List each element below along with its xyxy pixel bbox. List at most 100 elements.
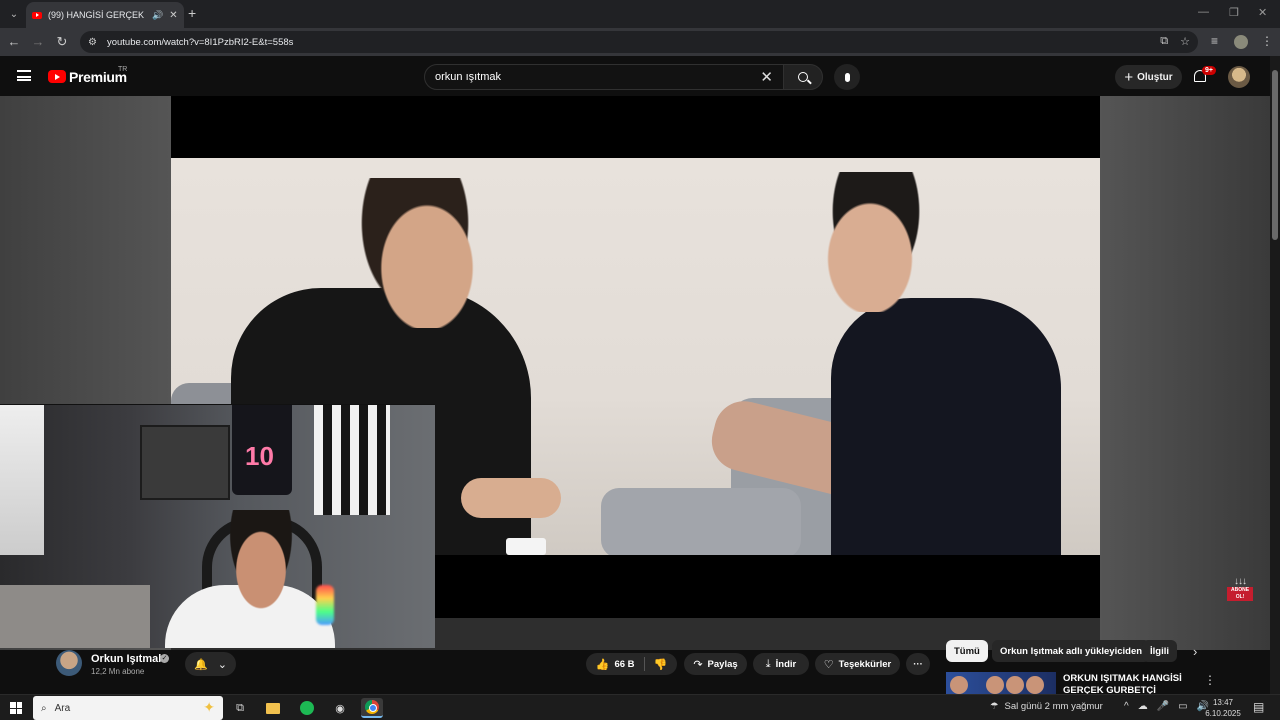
url-text: youtube.com/watch?v=8I1PzbRI2-E&t=558s [106, 36, 294, 48]
browser-menu-icon[interactable]: ⋮ [1261, 34, 1273, 48]
microphone-icon[interactable]: 🎤 [1157, 701, 1169, 712]
download-button[interactable]: ⤓ İndir [753, 653, 809, 675]
thumbs-down-icon[interactable]: 👎 [654, 658, 668, 671]
profile-avatar[interactable] [1234, 35, 1248, 49]
bell-icon: 🔔 [194, 658, 208, 671]
sofa-cushion [601, 488, 801, 555]
taskbar-search[interactable]: ⌕ Ara ✦ [33, 696, 223, 720]
more-actions-button[interactable]: ··· [906, 653, 930, 675]
new-tab-button[interactable]: + [188, 5, 196, 21]
taskbar-clock[interactable]: 13:47 6.10.2025 [1198, 697, 1248, 719]
thumbnail-face [950, 676, 968, 694]
more-horizontal-icon: ··· [913, 658, 923, 670]
cloud-icon[interactable]: ☁ [1138, 701, 1148, 712]
like-dislike-group: 👍 66 B 👎 [586, 653, 677, 675]
suggested-video-thumbnail[interactable] [946, 672, 1056, 694]
thumbnail-face [986, 676, 1004, 694]
search-button[interactable] [783, 64, 823, 90]
thumbnail-face [1006, 676, 1024, 694]
windows-taskbar: ⌕ Ara ✦ ⧉ ◉ ☂ Sal günü 2 mm yağmur ^ ☁ 🎤… [0, 694, 1280, 720]
wall-shelf [140, 425, 230, 500]
copilot-sparkle-icon[interactable]: ✦ [203, 699, 215, 716]
create-button[interactable]: + Oluştur [1115, 65, 1182, 89]
like-divider [643, 657, 645, 671]
bookmark-star-icon[interactable]: ☆ [1180, 35, 1190, 48]
browser-tab-active[interactable]: (99) HANGİSİ GERÇEK GURBETÇİ 🔊 ✕ [26, 2, 184, 28]
chip-related[interactable]: İlgili [1142, 640, 1177, 662]
thumbnail-face [1026, 676, 1044, 694]
account-avatar[interactable] [1228, 66, 1250, 88]
spotify-icon[interactable] [296, 698, 318, 718]
create-label: Oluştur [1137, 71, 1173, 83]
weather-widget[interactable]: ☂ Sal günü 2 mm yağmur [990, 701, 1103, 712]
speaker-icon[interactable]: 🔊 [152, 10, 163, 21]
plus-icon: + [1124, 68, 1134, 86]
scrollbar-thumb[interactable] [1272, 70, 1278, 240]
network-icon[interactable]: ▭ [1178, 701, 1187, 712]
notification-count-badge: 9+ [1202, 66, 1216, 75]
person-right-body [831, 298, 1061, 555]
restore-icon[interactable]: ❐ [1229, 6, 1239, 19]
chip-all[interactable]: Tümü [946, 640, 988, 662]
chip-from-uploader[interactable]: Orkun Işıtmak adlı yükleyiciden [992, 640, 1151, 662]
tab-close-icon[interactable]: ✕ [169, 10, 177, 21]
subscribed-bell-button[interactable]: 🔔 ⌄ [185, 652, 236, 676]
youtube-favicon-icon [32, 11, 42, 19]
super-thanks-icon: ♡ [823, 658, 834, 671]
thanks-button[interactable]: ♡ Teşekkürler [815, 653, 900, 675]
flag-banner [0, 405, 44, 555]
task-view-icon[interactable]: ⧉ [229, 698, 251, 718]
chevron-down-icon: ⌄ [217, 658, 227, 671]
back-icon[interactable]: ← [6, 34, 22, 49]
clear-search-icon[interactable]: ✕ [760, 68, 773, 86]
window-close-icon[interactable]: ✕ [1258, 6, 1267, 19]
channel-name[interactable]: Orkun Işıtmak [91, 653, 164, 665]
install-app-icon[interactable]: ⧉ [1160, 35, 1168, 48]
channel-avatar[interactable] [56, 650, 82, 676]
browser-toolbar: ← → ↻ ⚙ youtube.com/watch?v=8I1PzbRI2-E&… [0, 28, 1280, 56]
hamburger-menu-icon[interactable] [17, 70, 31, 81]
verified-check-icon: ✓ [160, 654, 169, 663]
app-icon[interactable]: ◉ [329, 698, 351, 718]
chrome-icon[interactable] [361, 698, 383, 718]
video-player[interactable]: ↓↓↓ ABONE OL! 10 [0, 96, 1270, 650]
clock-time: 13:47 [1212, 698, 1234, 707]
person-left-head [361, 178, 481, 328]
chevron-up-icon[interactable]: ^ [1124, 701, 1129, 712]
search-query[interactable]: orkun ışıtmak [435, 71, 760, 83]
suggested-video-title[interactable]: ORKUN IŞITMAK HANGİSİ GERÇEK GURBETÇİ İZ… [1063, 673, 1201, 694]
windows-start-icon[interactable] [10, 702, 22, 714]
omnibox[interactable]: ⚙ youtube.com/watch?v=8I1PzbRI2-E&t=558s… [80, 31, 1198, 53]
tab-search-menu-button[interactable]: ⌄ [4, 4, 24, 24]
reload-icon[interactable]: ↻ [54, 34, 70, 50]
voice-search-button[interactable] [834, 64, 860, 90]
person-right-head [816, 172, 936, 312]
search-icon: ⌕ [41, 702, 47, 714]
region-badge: TR [118, 66, 128, 73]
clock-date: 6.10.2025 [1205, 709, 1241, 718]
site-info-icon[interactable]: ⚙ [88, 37, 97, 48]
file-explorer-icon[interactable] [262, 698, 284, 718]
download-icon: ⤓ [765, 657, 771, 670]
search-input[interactable]: orkun ışıtmak ✕ [424, 64, 784, 90]
bed [0, 585, 150, 648]
minimize-icon[interactable]: — [1198, 6, 1209, 18]
rain-cloud-icon: ☂ [990, 701, 999, 712]
browser-tabstrip: ⌄ (99) HANGİSİ GERÇEK GURBETÇİ 🔊 ✕ + — ❐… [0, 0, 1280, 28]
share-button[interactable]: ↷ Paylaş [684, 653, 747, 675]
system-tray: ^ ☁ 🎤 ▭ 🔊 [1124, 701, 1209, 712]
media-controls-icon[interactable]: ≡ [1211, 34, 1218, 48]
chevron-right-icon[interactable]: › [1193, 644, 1197, 659]
youtube-logo-icon[interactable] [48, 70, 66, 83]
thumbs-up-icon[interactable]: 👍 [596, 658, 610, 671]
subscribe-watermark[interactable]: ↓↓↓ ABONE OL! [1227, 576, 1253, 602]
coffee-cup [506, 538, 546, 555]
forward-icon[interactable]: → [30, 34, 46, 49]
microphone-icon [844, 72, 850, 82]
notification-center-icon[interactable]: ▤ [1253, 700, 1264, 714]
more-vertical-icon[interactable]: ⋮ [1204, 673, 1216, 687]
share-icon: ↷ [693, 658, 703, 671]
like-count[interactable]: 66 B [614, 659, 634, 670]
tab-title: (99) HANGİSİ GERÇEK GURBETÇİ [48, 10, 146, 20]
subscribe-watermark-label: ABONE OL! [1227, 587, 1253, 601]
